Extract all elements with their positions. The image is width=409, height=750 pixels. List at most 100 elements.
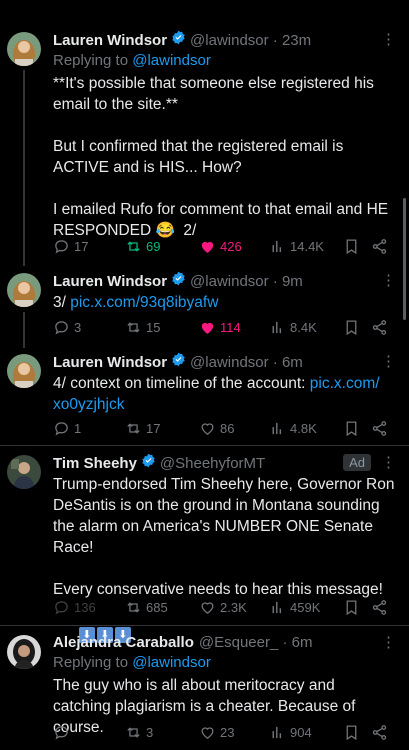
- ad-badge: Ad: [343, 454, 371, 471]
- bookmark-icon: [346, 319, 357, 335]
- retweet-button[interactable]: 3: [125, 724, 153, 741]
- like-button[interactable]: 2.3K: [199, 599, 247, 616]
- tweet-actions: 3 15 114 8.4K: [53, 317, 395, 337]
- views-icon: [272, 726, 282, 738]
- more-icon[interactable]: ⋮: [381, 633, 396, 651]
- more-icon[interactable]: ⋮: [381, 30, 396, 48]
- author-name[interactable]: Tim Sheehy: [53, 454, 137, 474]
- share-button[interactable]: [371, 724, 392, 741]
- share-icon: [372, 238, 387, 254]
- divider: [0, 445, 409, 446]
- bookmark-button[interactable]: [343, 599, 364, 616]
- avatar[interactable]: [7, 32, 41, 66]
- verified-badge-icon: [172, 352, 185, 367]
- replying-to: Replying to @lawindsor: [53, 52, 211, 69]
- reply-button[interactable]: 1: [53, 420, 81, 437]
- views-icon: [272, 321, 282, 333]
- retweet-icon: [127, 422, 140, 434]
- retweet-icon: [127, 726, 140, 738]
- reply-icon: [55, 600, 68, 614]
- views-button[interactable]: 4.8K: [269, 420, 317, 437]
- verified-badge-icon: [172, 271, 185, 286]
- tweet-actions: 1 17 86 4.8K: [53, 418, 395, 438]
- bookmark-button[interactable]: [343, 420, 364, 437]
- views-button[interactable]: 459K: [269, 599, 320, 616]
- previous-tweet-fragment: · ~ - -: [6, 0, 42, 7]
- bookmark-button[interactable]: [343, 238, 364, 255]
- share-button[interactable]: [371, 319, 392, 336]
- author-name[interactable]: Lauren Windsor: [53, 272, 167, 292]
- bookmark-icon: [346, 238, 357, 254]
- bookmark-button[interactable]: [343, 319, 364, 336]
- like-button[interactable]: 114: [199, 319, 241, 336]
- divider: [0, 625, 409, 626]
- author-name[interactable]: Alejandra Caraballo: [53, 633, 194, 653]
- media-link[interactable]: xo0yzjhjck: [53, 396, 125, 413]
- views-button[interactable]: 14.4K: [269, 238, 324, 255]
- bookmark-icon: [346, 599, 357, 615]
- avatar[interactable]: [7, 273, 41, 307]
- media-link[interactable]: pic.x.com/93q8ibyafw: [70, 294, 218, 311]
- avatar[interactable]: [7, 354, 41, 388]
- retweet-icon: [127, 321, 140, 333]
- like-button[interactable]: 426: [199, 238, 242, 255]
- scrollbar[interactable]: [403, 198, 406, 320]
- bookmark-icon: [346, 724, 357, 740]
- tweet-text: 4/ context on timeline of the account: p…: [53, 375, 380, 413]
- more-icon[interactable]: ⋮: [381, 352, 396, 370]
- like-icon: [201, 726, 214, 739]
- replying-to: Replying to @lawindsor: [53, 654, 211, 671]
- reply-icon: [55, 725, 68, 739]
- media-link[interactable]: pic.x.com/: [310, 375, 380, 392]
- retweet-button[interactable]: 685: [125, 599, 168, 616]
- like-icon: [201, 241, 214, 253]
- verified-badge-icon: [172, 30, 185, 45]
- views-icon: [272, 422, 282, 434]
- share-icon: [372, 599, 387, 615]
- retweet-icon: [127, 240, 140, 252]
- views-button[interactable]: 904: [269, 724, 312, 741]
- share-button[interactable]: [371, 420, 392, 437]
- reply-button[interactable]: 17: [53, 238, 88, 255]
- author-name[interactable]: Lauren Windsor: [53, 353, 167, 373]
- tweet-text: 3/ pic.x.com/93q8ibyafw: [53, 294, 219, 311]
- mention-link[interactable]: @lawindsor: [132, 52, 211, 69]
- author-handle[interactable]: @lawindsor · 9m: [190, 272, 303, 292]
- retweet-button[interactable]: 15: [125, 319, 160, 336]
- mention-link[interactable]: @lawindsor: [132, 654, 211, 671]
- reply-button[interactable]: [53, 724, 74, 741]
- tweet-actions: 136 685 2.3K 459K: [53, 597, 395, 617]
- share-icon: [372, 420, 387, 436]
- thread-line: [23, 312, 25, 348]
- retweet-button[interactable]: 17: [125, 420, 160, 437]
- share-button[interactable]: [371, 238, 392, 255]
- views-icon: [272, 240, 282, 252]
- author-handle[interactable]: @SheehyforMT: [160, 454, 265, 474]
- bookmark-icon: [346, 420, 357, 436]
- reply-button[interactable]: 136: [53, 599, 96, 616]
- tweet-text: Trump-endorsed Tim Sheehy here, Governor…: [53, 476, 395, 598]
- author-name[interactable]: Lauren Windsor: [53, 31, 167, 51]
- more-icon[interactable]: ⋮: [381, 453, 396, 471]
- retweet-button[interactable]: 69: [125, 238, 160, 255]
- views-icon: [272, 601, 282, 613]
- reply-button[interactable]: 3: [53, 319, 81, 336]
- views-button[interactable]: 8.4K: [269, 319, 317, 336]
- author-handle[interactable]: @lawindsor · 23m: [190, 31, 311, 51]
- reply-icon: [55, 320, 68, 334]
- verified-badge-icon: [142, 453, 155, 468]
- author-handle[interactable]: @Esqueer_ · 6m: [199, 633, 313, 653]
- bookmark-button[interactable]: [343, 724, 364, 741]
- avatar[interactable]: [7, 635, 41, 669]
- more-icon[interactable]: ⋮: [381, 271, 396, 289]
- like-button[interactable]: 86: [199, 420, 234, 437]
- share-button[interactable]: [371, 599, 392, 616]
- like-button[interactable]: 23: [199, 724, 234, 741]
- tweet-actions: 3 23 904: [53, 722, 395, 742]
- share-icon: [372, 319, 387, 335]
- tweet-text: **It's possible that someone else regist…: [53, 75, 389, 239]
- thread-line: [23, 70, 25, 266]
- avatar[interactable]: [7, 455, 41, 489]
- author-handle[interactable]: @lawindsor · 6m: [190, 353, 303, 373]
- reply-icon: [55, 421, 68, 435]
